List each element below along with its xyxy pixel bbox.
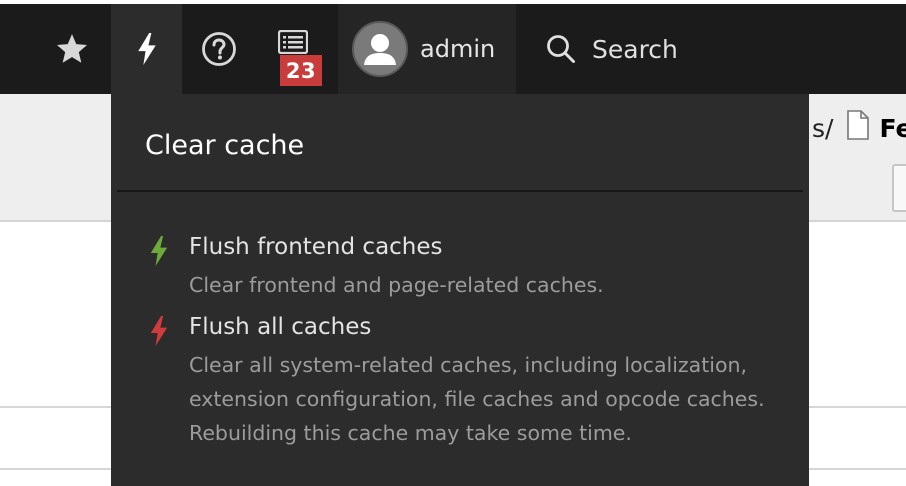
search-button[interactable]: Search <box>528 4 728 94</box>
menu-item-title[interactable]: Flush frontend caches <box>189 234 443 260</box>
search-icon <box>546 34 576 64</box>
page-title: Fe <box>879 113 906 143</box>
bolt-icon <box>149 316 169 350</box>
username: admin <box>420 35 496 63</box>
breadcrumb-path[interactable]: s/ <box>812 114 833 143</box>
help-button[interactable] <box>184 4 254 94</box>
bookmarks-button[interactable] <box>40 4 104 94</box>
user-avatar-icon <box>352 21 408 77</box>
bolt-icon <box>149 236 169 270</box>
menu-item-description: Clear frontend and page-related caches. <box>189 273 604 297</box>
star-icon <box>55 32 89 66</box>
docheader-button[interactable] <box>892 164 906 212</box>
question-circle-icon <box>201 31 237 67</box>
user-menu-button[interactable]: admin <box>338 4 516 94</box>
file-icon <box>847 110 870 146</box>
top-toolbar: 23 admin Search <box>0 0 906 94</box>
notification-count-badge: 23 <box>280 55 322 86</box>
clear-cache-button[interactable] <box>111 4 182 94</box>
list-icon <box>278 30 308 54</box>
clear-cache-dropdown: Clear cache Flush frontend caches Clear … <box>111 94 809 486</box>
breadcrumb: s/ Fe <box>812 110 906 146</box>
bolt-icon <box>136 33 158 65</box>
menu-item-title[interactable]: Flush all caches <box>189 314 371 340</box>
search-label: Search <box>592 34 678 64</box>
dropdown-divider <box>117 190 803 192</box>
menu-item-description: Clear all system-related caches, includi… <box>189 353 765 445</box>
dropdown-title: Clear cache <box>145 130 305 161</box>
